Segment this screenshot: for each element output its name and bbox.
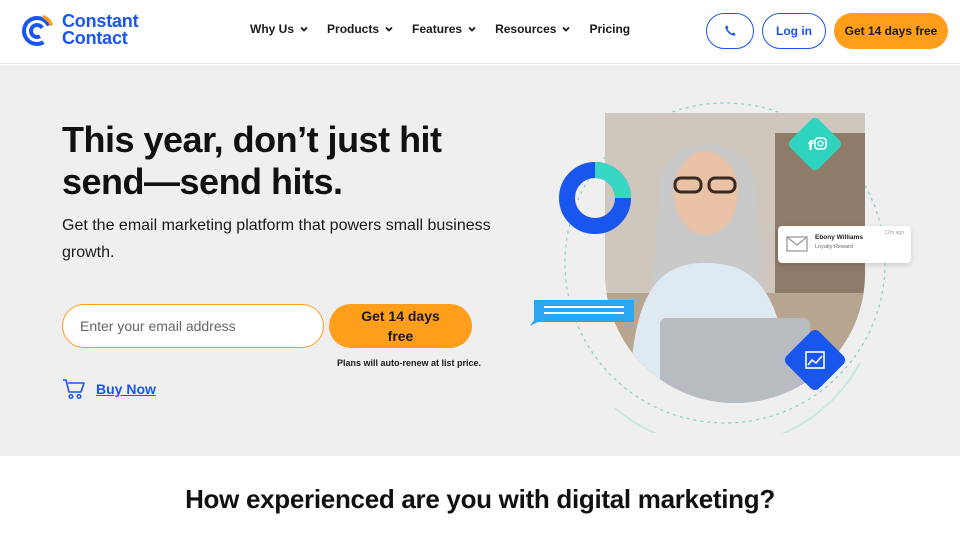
notification-time: 12m ago bbox=[884, 230, 904, 236]
constant-contact-logo[interactable]: Constant Contact bbox=[20, 12, 139, 48]
auto-renew-note: Plans will auto-renew at list price. bbox=[336, 358, 482, 368]
nav-why-us[interactable]: Why Us bbox=[250, 22, 309, 36]
chevron-down-icon bbox=[300, 26, 308, 32]
header-actions: Log in Get 14 days free bbox=[706, 13, 948, 49]
nav-pricing-label: Pricing bbox=[589, 22, 631, 36]
hero-trial-button[interactable]: Get 14 days free bbox=[329, 304, 472, 348]
facebook-icon: f bbox=[808, 139, 814, 154]
chat-bubble-icon bbox=[530, 300, 634, 326]
cart-icon bbox=[63, 379, 85, 400]
chevron-down-icon bbox=[385, 26, 393, 32]
notification-name: Ebony Williams bbox=[815, 234, 863, 241]
nav-products-label: Products bbox=[327, 22, 380, 36]
header-trial-button[interactable]: Get 14 days free bbox=[834, 13, 948, 49]
chevron-down-icon bbox=[468, 26, 476, 32]
site-header: Constant Contact Why Us Products Feature… bbox=[0, 0, 960, 64]
logo-mark-icon bbox=[22, 15, 53, 46]
phone-button[interactable] bbox=[706, 13, 754, 49]
logo-wordmark: Constant Contact bbox=[62, 12, 139, 48]
nav-products[interactable]: Products bbox=[327, 22, 394, 36]
nav-features-label: Features bbox=[412, 22, 463, 36]
notification-subtitle: Loyalty Reward bbox=[815, 244, 853, 250]
phone-icon bbox=[725, 25, 736, 36]
nav-resources[interactable]: Resources bbox=[495, 22, 571, 36]
donut-chart-icon bbox=[559, 162, 631, 234]
mail-icon bbox=[786, 236, 808, 252]
section-title: How experienced are you with digital mar… bbox=[185, 484, 775, 514]
social-media-badge: f bbox=[788, 117, 842, 171]
nav-features[interactable]: Features bbox=[412, 22, 477, 36]
hero-illustration: f Ebony Williams Loyalty Reward 12m ago bbox=[520, 93, 950, 433]
analytics-badge-icon bbox=[784, 329, 846, 391]
notification-card: Ebony Williams Loyalty Reward 12m ago bbox=[778, 226, 911, 263]
hero-headline: This year, don’t just hit send—send hits… bbox=[62, 119, 442, 202]
email-input[interactable] bbox=[62, 304, 324, 348]
hero-subhead: Get the email marketing platform that po… bbox=[62, 217, 491, 261]
buy-now-link[interactable]: Buy Now bbox=[62, 378, 156, 400]
nav-pricing[interactable]: Pricing bbox=[589, 22, 630, 36]
nav-resources-label: Resources bbox=[495, 22, 557, 36]
login-button[interactable]: Log in bbox=[762, 13, 826, 49]
hero-section: This year, don’t just hit send—send hits… bbox=[0, 65, 960, 456]
chevron-down-icon bbox=[562, 26, 571, 32]
logo-text-line2: Contact bbox=[62, 28, 128, 48]
main-nav: Why Us Products Features Resources Prici… bbox=[250, 22, 630, 36]
nav-why-us-label: Why Us bbox=[250, 22, 295, 36]
buy-now-label: Buy Now bbox=[96, 381, 156, 397]
